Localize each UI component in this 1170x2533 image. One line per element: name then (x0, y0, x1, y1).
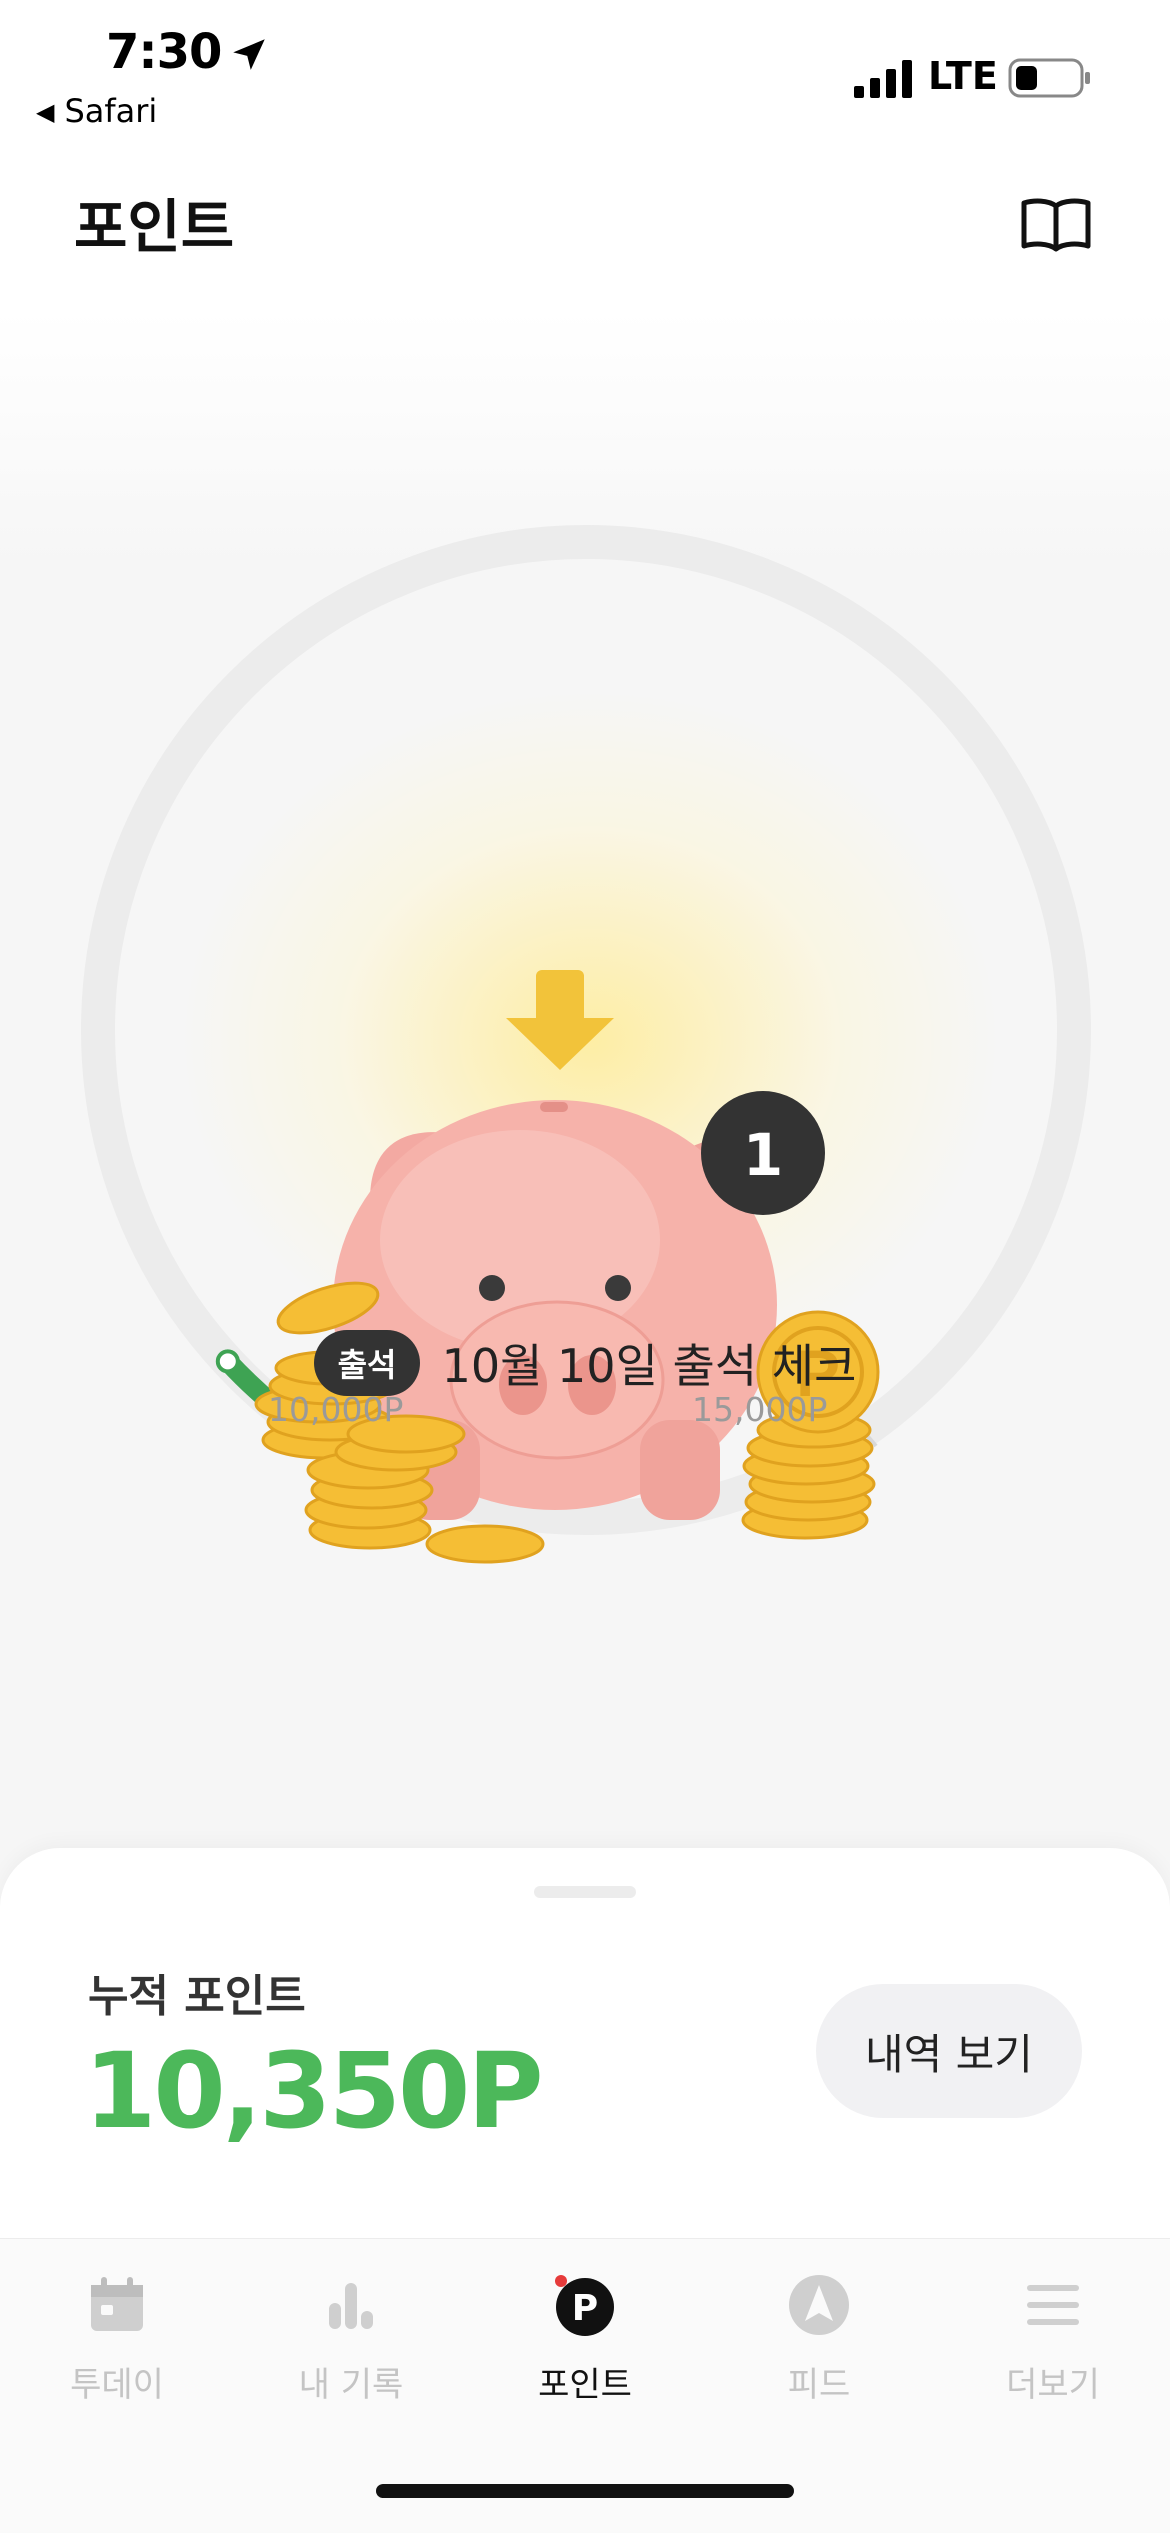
point-icon: P (555, 2275, 614, 2336)
tab-label: 피드 (787, 2365, 851, 2405)
battery-icon (1008, 58, 1090, 98)
deposit-arrow-icon (506, 970, 614, 1070)
tab-label: 더보기 (1006, 2365, 1100, 2405)
compass-icon (789, 2275, 849, 2335)
points-hero: P 1 10,000P 15,000P (0, 310, 1170, 1840)
tab-label: 포인트 (538, 2365, 632, 2405)
back-to-safari-link[interactable]: ◀ Safari (36, 92, 157, 130)
badge-count: 1 (743, 1121, 783, 1189)
bar-chart-icon (329, 2283, 373, 2329)
book-icon[interactable] (1020, 196, 1092, 252)
home-indicator[interactable] (376, 2484, 794, 2498)
notification-dot (555, 2275, 567, 2287)
tab-feed[interactable]: 피드 (702, 2239, 936, 2439)
points-summary-sheet: 누적 포인트 10,350P 내역 보기 (0, 1848, 1170, 2238)
tab-label: 투데이 (70, 2365, 164, 2405)
page-title: 포인트 (74, 193, 235, 261)
progress-count-badge: 1 (701, 1091, 825, 1215)
network-type: LTE (928, 54, 998, 98)
accumulated-points-label: 누적 포인트 (88, 1971, 306, 2022)
sheet-drag-handle[interactable] (534, 1886, 636, 1898)
cellular-signal-icon (854, 60, 912, 98)
location-arrow-icon (233, 39, 265, 70)
tab-more[interactable]: 더보기 (936, 2239, 1170, 2439)
status-time: 7:30 (106, 24, 222, 80)
attendance-check[interactable]: 출석 10월 10일 출석 체크 (0, 1330, 1170, 1396)
svg-text:P: P (572, 2288, 598, 2329)
attendance-badge: 출석 (313, 1330, 421, 1396)
back-triangle-icon: ◀ (36, 98, 55, 126)
menu-icon (1027, 2285, 1079, 2325)
status-bar: 7:30 ◀ Safari LTE (0, 0, 1170, 140)
back-app-label: Safari (64, 92, 158, 130)
piggy-bank-illustration: P 1 (254, 970, 880, 1564)
tab-today[interactable]: 투데이 (0, 2239, 234, 2439)
tab-my-records[interactable]: 내 기록 (234, 2239, 468, 2439)
tab-label: 내 기록 (298, 2365, 404, 2405)
page-header: 포인트 (0, 140, 1170, 310)
view-history-button[interactable]: 내역 보기 (816, 1984, 1082, 2118)
tab-points[interactable]: P 포인트 (468, 2239, 702, 2439)
accumulated-points-value: 10,350P (84, 2030, 544, 2152)
attendance-text: 10월 10일 출석 체크 (441, 1339, 857, 1393)
calendar-icon (91, 2277, 143, 2331)
